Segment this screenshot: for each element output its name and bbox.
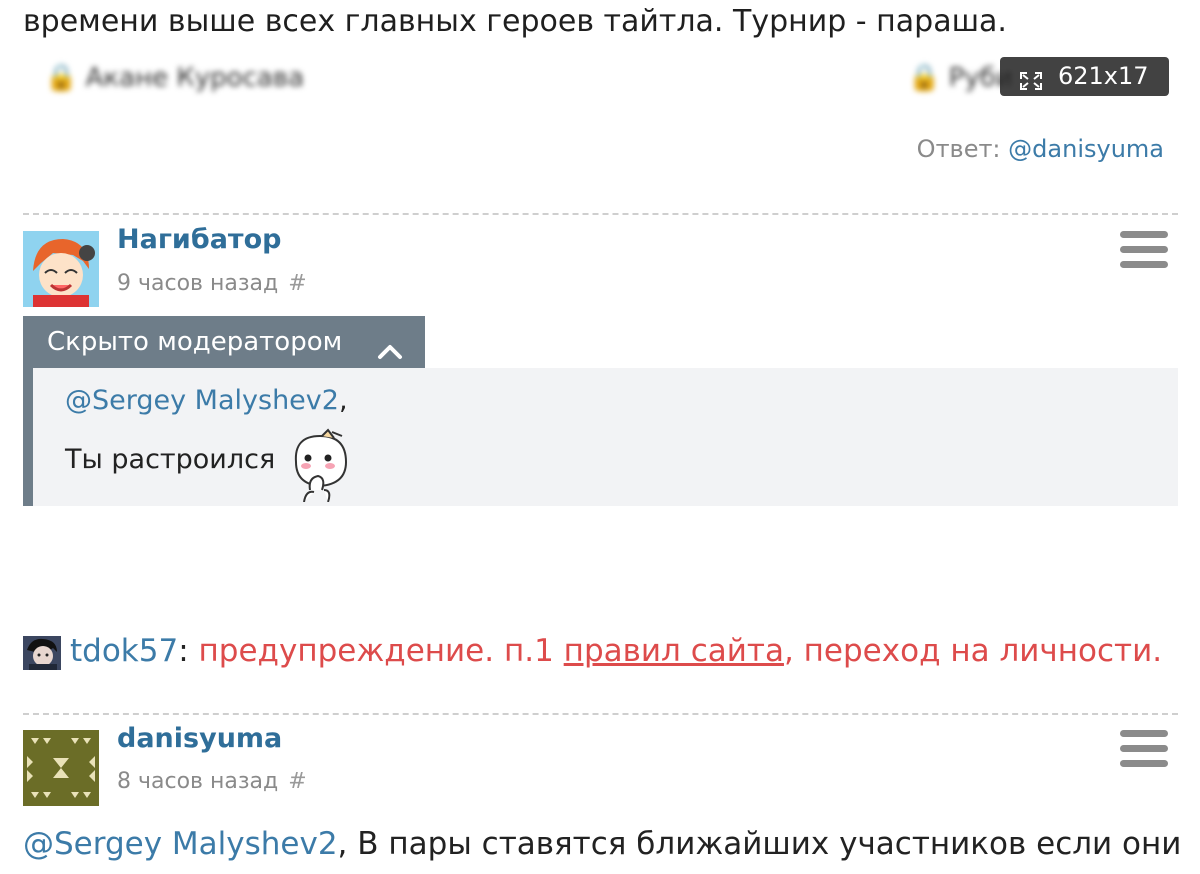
comment-message: @Sergey Malyshev2, В пары ставятся ближа… (23, 824, 1181, 864)
lock-icon: 🔒 (908, 63, 941, 93)
rules-link[interactable]: правил сайта (564, 633, 784, 669)
comment-username[interactable]: Нагибатор (117, 224, 281, 255)
comment-separator (23, 213, 1178, 215)
comment-separator (23, 713, 1178, 715)
comment-timestamp: 9 часов назад # (117, 271, 307, 296)
comment-text-previous: времени выше всех главных героев тайтла.… (23, 4, 1007, 39)
mention-line: @Sergey Malyshev2, (65, 385, 348, 416)
image-size-badge[interactable]: 621x17 (1000, 57, 1169, 96)
moderation-label: Скрыто модератором (47, 327, 343, 357)
lock-icon: 🔒 (45, 63, 78, 93)
comment-timestamp: 8 часов назад # (117, 769, 307, 794)
mention-link[interactable]: @Sergey Malyshev2 (23, 826, 338, 862)
menu-icon[interactable] (1120, 231, 1168, 269)
image-size-text: 621x17 (1058, 62, 1149, 90)
expand-icon (1018, 65, 1044, 104)
comment-message: Ты растроился (65, 442, 275, 478)
mention-link[interactable]: @Sergey Malyshev2 (65, 385, 339, 416)
image-right-caption: 🔒 Руби (908, 63, 1013, 93)
reply-to: Ответ: @danisyuma (917, 135, 1164, 163)
image-left-caption: 🔒 Акане Куросава (45, 63, 305, 93)
moderator-warning: tdok57: предупреждение. п.1 правил сайта… (70, 633, 1163, 669)
avatar[interactable] (23, 730, 99, 806)
moderator-username[interactable]: tdok57 (70, 633, 178, 669)
warning-text: предупреждение. п.1 правил сайта, перехо… (198, 633, 1163, 669)
timestamp-text: 9 часов назад (117, 271, 279, 296)
comment-username[interactable]: danisyuma (117, 723, 282, 754)
reply-user-link[interactable]: @danisyuma (1008, 135, 1164, 163)
message-text: Ты растроился (65, 444, 276, 475)
reply-prefix: Ответ: (916, 135, 1001, 163)
menu-icon[interactable] (1120, 730, 1168, 768)
blushing-face-emoji (288, 428, 352, 506)
avatar[interactable] (23, 636, 61, 670)
timestamp-text: 8 часов назад (117, 769, 279, 794)
moderation-toggle[interactable]: Скрыто модератором (23, 316, 425, 368)
permalink-hash[interactable]: # (288, 271, 306, 296)
avatar[interactable] (23, 231, 99, 307)
message-text: , В пары ставятся ближайших участников е… (337, 826, 1182, 862)
permalink-hash[interactable]: # (288, 769, 306, 794)
